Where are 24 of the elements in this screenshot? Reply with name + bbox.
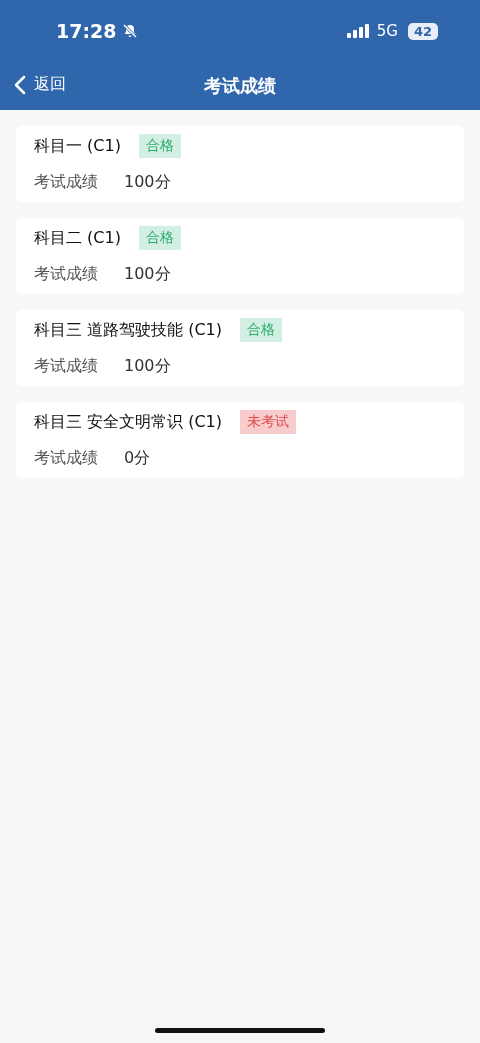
status-badge: 合格 [240, 318, 282, 342]
score-label: 考试成绩 [34, 356, 98, 377]
score-value: 100分 [124, 172, 171, 193]
subject-name: 科目一 (C1) [34, 135, 121, 157]
subject-name: 科目三 安全文明常识 (C1) [34, 411, 222, 433]
subject-name: 科目三 道路驾驶技能 (C1) [34, 319, 222, 341]
page-title: 考试成绩 [204, 74, 276, 98]
score-label: 考试成绩 [34, 448, 98, 469]
subject-name: 科目二 (C1) [34, 227, 121, 249]
bell-muted-icon [122, 23, 139, 39]
score-value: 0分 [124, 448, 151, 469]
signal-icon [346, 24, 371, 38]
status-time: 17:28 [56, 20, 117, 42]
chevron-left-icon [14, 74, 26, 95]
status-badge: 合格 [138, 226, 181, 250]
status-badge: 未考试 [240, 410, 296, 434]
back-button[interactable]: 返回 [14, 74, 66, 95]
score-label: 考试成绩 [34, 172, 98, 193]
score-value: 100分 [124, 356, 171, 377]
status-badge: 合格 [138, 134, 181, 158]
score-value: 100分 [124, 264, 171, 285]
score-label: 考试成绩 [34, 264, 98, 285]
battery-indicator: 42 [407, 22, 438, 40]
network-label: 5G [376, 22, 398, 40]
